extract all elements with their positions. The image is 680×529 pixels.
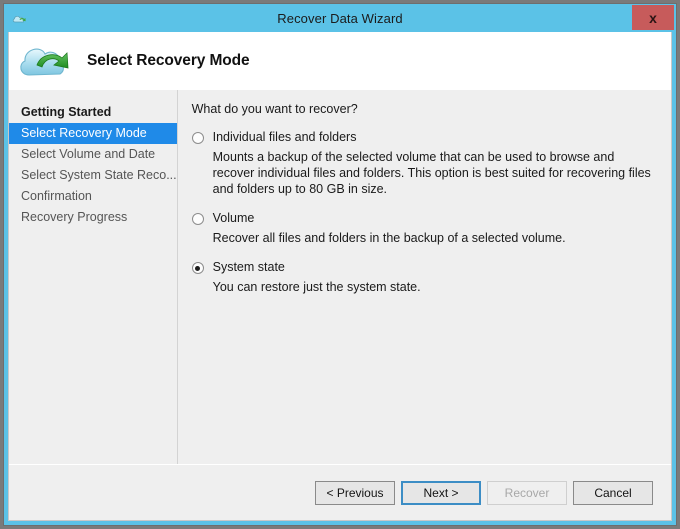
cloud-recover-icon (17, 37, 75, 85)
option-label-volume: Volume (212, 211, 255, 225)
next-button[interactable]: Next > (401, 480, 481, 505)
option-label-system-state: System state (212, 260, 285, 274)
sidebar-item-getting-started[interactable]: Getting Started (9, 102, 177, 123)
option-description-volume: Recover all files and folders in the bac… (212, 231, 566, 245)
window-title: Recover Data Wizard (277, 10, 403, 26)
cancel-button[interactable]: Cancel (573, 480, 653, 505)
option-system-state: System state You can restore just the sy… (191, 260, 657, 295)
wizard-step-nav: Getting Started Select Recovery Mode Sel… (9, 90, 178, 464)
wizard-header: Select Recovery Mode (9, 32, 671, 90)
radio-system-state-icon[interactable] (191, 262, 204, 274)
title-bar: Recover Data Wizard x (4, 4, 676, 32)
previous-button[interactable]: < Previous (315, 480, 395, 505)
page-title: Select Recovery Mode (87, 52, 250, 69)
sidebar-item-recovery-progress[interactable]: Recovery Progress (9, 207, 177, 228)
option-label-individual-files: Individual files and folders (212, 130, 357, 144)
radio-row-volume[interactable]: Volume (191, 211, 657, 226)
option-individual-files-and-folders: Individual files and folders Mounts a ba… (191, 130, 657, 197)
cloud-icon (12, 12, 28, 25)
sidebar-item-select-volume-and-date[interactable]: Select Volume and Date (9, 144, 177, 165)
close-icon[interactable]: x (632, 5, 674, 30)
option-description-individual-files: Mounts a backup of the selected volume t… (212, 150, 651, 196)
radio-volume-icon[interactable] (191, 213, 204, 225)
option-volume: Volume Recover all files and folders in … (191, 211, 657, 246)
radio-individual-files-icon[interactable] (191, 132, 204, 144)
option-description-system-state: You can restore just the system state. (212, 280, 421, 294)
sidebar-item-select-recovery-mode[interactable]: Select Recovery Mode (9, 123, 177, 144)
wizard-footer: < Previous Next > Recover Cancel (9, 464, 671, 520)
sidebar-item-select-system-state-recovery[interactable]: Select System State Reco... (9, 165, 177, 186)
wizard-content: What do you want to recover? Individual … (177, 90, 671, 464)
wizard-client-area: Select Recovery Mode Getting Started Sel… (8, 32, 672, 521)
recover-data-wizard-window: Recover Data Wizard x Select Recovery Mo… (3, 3, 677, 526)
recover-button: Recover (487, 480, 567, 505)
radio-row-individual-files[interactable]: Individual files and folders (191, 130, 657, 145)
wizard-body: Getting Started Select Recovery Mode Sel… (9, 90, 671, 464)
radio-row-system-state[interactable]: System state (191, 260, 657, 275)
recover-question-label: What do you want to recover? (191, 102, 358, 116)
sidebar-item-confirmation[interactable]: Confirmation (9, 186, 177, 207)
